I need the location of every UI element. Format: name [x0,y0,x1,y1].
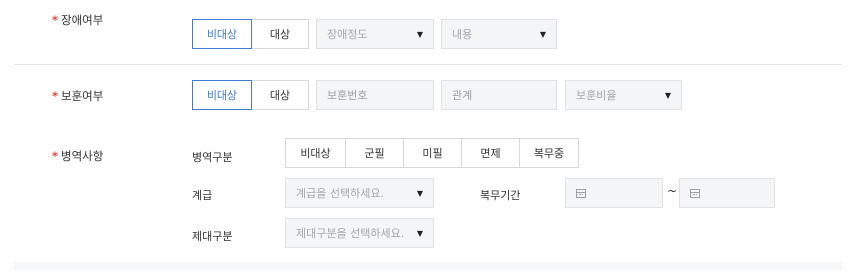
service-start-date[interactable] [565,178,663,208]
veteran-label: * 보훈여부 [52,89,104,103]
caret-down-icon: ▼ [539,29,546,39]
caret-down-icon: ▼ [416,228,423,238]
divider [14,64,842,65]
veteran-number-input[interactable]: 보훈번호 [316,80,434,110]
calendar-icon[interactable] [690,188,700,198]
veteran-relation-input[interactable]: 관계 [441,80,557,110]
military-type-serving[interactable]: 복무중 [519,138,579,168]
period-separator: ~ [667,184,678,198]
calendar-icon[interactable] [576,188,586,198]
veteran-toggle: 비대상 대상 [192,80,309,110]
service-period-label: 복무기간 [480,189,521,202]
military-type-served[interactable]: 군필 [345,138,404,168]
required-mark: * [52,13,59,27]
military-label: * 병역사항 [52,149,104,163]
military-rank-select[interactable]: 계급을 선택하세요. ▼ [285,178,434,208]
veteran-option-none[interactable]: 비대상 [192,80,252,110]
disability-toggle: 비대상 대상 [192,19,309,49]
disability-content-select[interactable]: 내용 ▼ [441,19,557,49]
discharge-type-select[interactable]: 제대구분을 선택하세요. ▼ [285,218,434,248]
military-type-label: 병역구분 [192,151,233,164]
military-type-not-served[interactable]: 미필 [403,138,462,168]
disability-option-target[interactable]: 대상 [251,19,309,49]
veteran-ratio-select[interactable]: 보훈비율 ▼ [565,80,682,110]
military-rank-label: 계급 [192,189,213,202]
military-type-toggle: 비대상 군필 미필 면제 복무중 [285,138,579,168]
veteran-option-target[interactable]: 대상 [251,80,309,110]
caret-down-icon: ▼ [664,90,671,100]
disability-label: * 장애여부 [52,13,104,27]
required-mark: * [52,89,59,103]
military-type-exempt[interactable]: 면제 [461,138,520,168]
disability-grade-select[interactable]: 장애정도 ▼ [316,19,434,49]
service-end-date[interactable] [679,178,775,208]
caret-down-icon: ▼ [416,29,423,39]
discharge-type-label: 제대구분 [192,230,233,243]
caret-down-icon: ▼ [416,188,423,198]
military-type-none[interactable]: 비대상 [285,138,346,168]
required-mark: * [52,149,59,163]
section-bottom-band [14,262,842,270]
disability-option-none[interactable]: 비대상 [192,19,252,49]
